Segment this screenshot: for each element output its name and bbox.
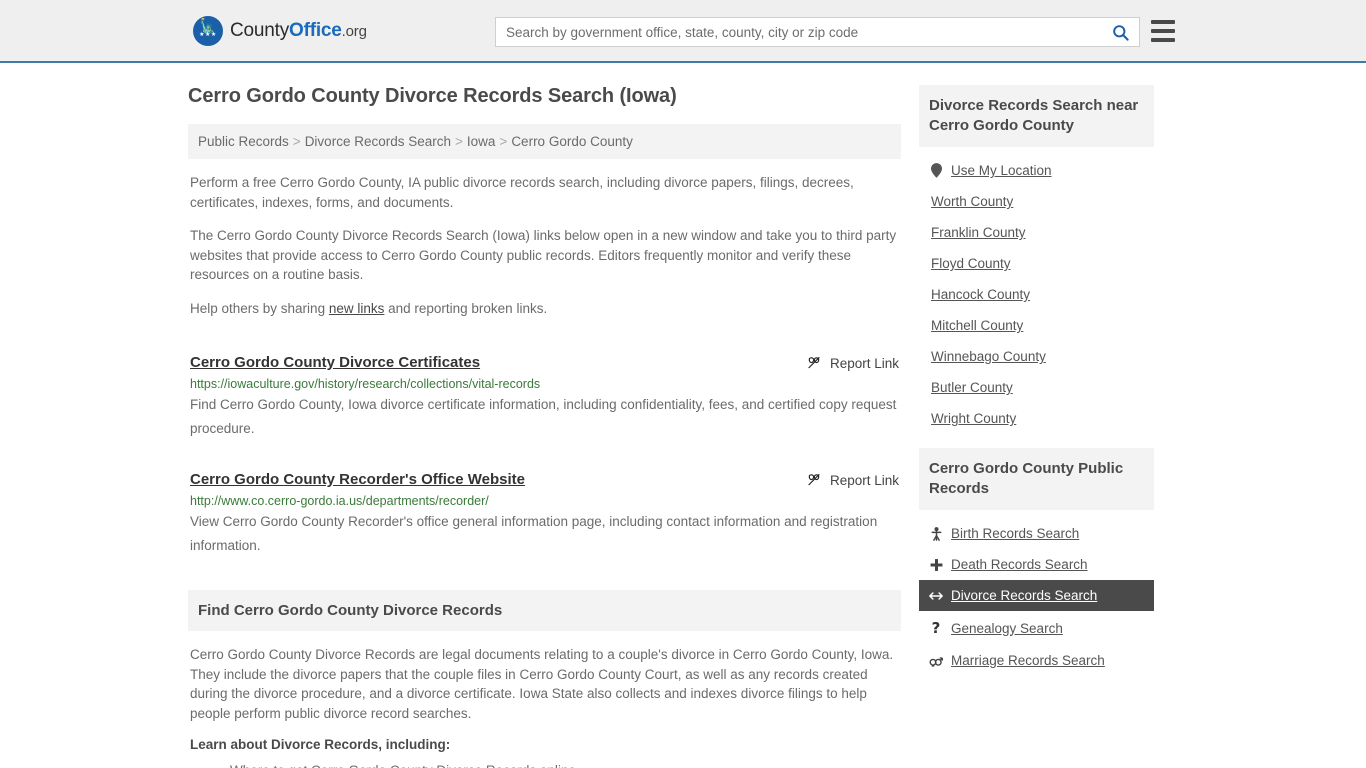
sidebar-item-label[interactable]: Mitchell County (931, 318, 1023, 333)
sidebar: Divorce Records Search near Cerro Gordo … (919, 85, 1154, 768)
double-arrow-icon (929, 590, 943, 602)
stars-glyph: ★★★ (199, 31, 217, 38)
section-paragraph: Cerro Gordo County Divorce Records are l… (190, 647, 894, 721)
sidebar-item-label[interactable]: Use My Location (951, 163, 1052, 178)
report-link-button[interactable]: Report Link (806, 472, 899, 488)
disclaimer-paragraph: The Cerro Gordo County Divorce Records S… (190, 228, 897, 282)
help-paragraph: Help others by sharing new links and rep… (188, 299, 901, 319)
main-content: Cerro Gordo County Divorce Records Searc… (188, 85, 901, 768)
sidebar-item-marriage-records-search[interactable]: Marriage Records Search (919, 645, 1154, 676)
search-input[interactable] (496, 18, 1101, 46)
report-link-label: Report Link (829, 355, 899, 371)
page-body: Cerro Gordo County Divorce Records Searc… (0, 63, 1366, 768)
sidebar-item-label[interactable]: Franklin County (931, 225, 1026, 240)
report-link-label: Report Link (829, 472, 899, 488)
hamburger-bar-1 (1151, 20, 1175, 24)
result-description: Find Cerro Gordo County, Iowa divorce ce… (190, 397, 897, 436)
breadcrumb-separator: > (292, 134, 301, 149)
breadcrumb-separator: > (455, 134, 463, 149)
search-bar (495, 17, 1140, 47)
search-button[interactable] (1101, 18, 1139, 46)
hamburger-bar-2 (1151, 29, 1175, 33)
content-container: Cerro Gordo County Divorce Records Searc… (188, 63, 1178, 768)
sidebar-item-genealogy-search[interactable]: ? Genealogy Search (919, 611, 1154, 645)
logo-text: CountyOffice.org (230, 20, 367, 42)
site-logo[interactable]: 🗽 ★★★ CountyOffice.org (193, 15, 367, 46)
help-prefix: Help others by sharing (190, 300, 329, 316)
list-item[interactable]: Where to get Cerro Gordo County Divorce … (230, 760, 901, 768)
hamburger-bar-3 (1151, 38, 1175, 42)
sidebar-nearby-list: Use My Location Worth County Franklin Co… (919, 147, 1154, 434)
sidebar-item-use-my-location[interactable]: Use My Location (919, 155, 1154, 186)
page-title: Cerro Gordo County Divorce Records Searc… (188, 85, 677, 107)
sidebar-item-winnebago-county[interactable]: Winnebago County (919, 341, 1154, 372)
result-title-link[interactable]: Cerro Gordo County Recorder's Office Web… (190, 471, 525, 488)
sidebar-item-hancock-county[interactable]: Hancock County (919, 279, 1154, 310)
sidebar-item-wright-county[interactable]: Wright County (919, 403, 1154, 434)
breadcrumb: Public Records > Divorce Records Search > Io… (188, 124, 901, 159)
sidebar-item-death-records-search[interactable]: Death Records Search (919, 549, 1154, 580)
sidebar-item-label[interactable]: Marriage Records Search (951, 653, 1105, 668)
result-item: Cerro Gordo County Recorder's Office Web… (188, 471, 901, 558)
question-mark-icon: ? (931, 619, 941, 637)
sidebar-item-divorce-records-search[interactable]: Divorce Records Search (919, 580, 1154, 611)
sidebar-public-records-list: Birth Records Search Death Records Searc… (919, 510, 1154, 676)
breadcrumb-item-divorce-records-search[interactable]: Divorce Records Search (305, 134, 451, 149)
sidebar-item-label[interactable]: Winnebago County (931, 349, 1046, 364)
sidebar-item-floyd-county[interactable]: Floyd County (919, 248, 1154, 279)
search-icon (1112, 24, 1129, 41)
sidebar-item-label[interactable]: Wright County (931, 411, 1016, 426)
report-link-button[interactable]: Report Link (806, 355, 899, 371)
result-title-link[interactable]: Cerro Gordo County Divorce Certificates (190, 354, 480, 371)
sidebar-item-birth-records-search[interactable]: Birth Records Search (919, 518, 1154, 549)
result-url: http://www.co.cerro-gordo.ia.us/departme… (190, 494, 489, 508)
site-header: 🗽 ★★★ CountyOffice.org (0, 0, 1366, 63)
sidebar-public-records-panel: Cerro Gordo County Public Records Birth … (919, 448, 1154, 676)
section-heading: Find Cerro Gordo County Divorce Records (188, 590, 901, 631)
baby-icon (929, 526, 943, 541)
result-url: https://iowaculture.gov/history/research… (190, 377, 541, 391)
location-pin-icon (929, 163, 943, 178)
sidebar-item-worth-county[interactable]: Worth County (919, 186, 1154, 217)
sidebar-nearby-title: Divorce Records Search near Cerro Gordo … (919, 85, 1154, 147)
sidebar-item-label[interactable]: Genealogy Search (951, 621, 1063, 636)
broken-link-icon (808, 473, 820, 486)
logo-part1: County (230, 19, 290, 41)
intro-paragraph: Perform a free Cerro Gordo County, IA pu… (190, 175, 854, 210)
sidebar-item-label[interactable]: Death Records Search (951, 557, 1088, 572)
help-suffix: and reporting broken links. (384, 300, 548, 316)
sidebar-item-label[interactable]: Butler County (931, 380, 1013, 395)
result-item: Cerro Gordo County Divorce Certificates … (188, 354, 901, 441)
sidebar-item-label[interactable]: Floyd County (931, 256, 1011, 271)
sidebar-item-franklin-county[interactable]: Franklin County (919, 217, 1154, 248)
male-female-icon (929, 654, 943, 668)
logo-part2: Office (289, 19, 342, 41)
result-header: Cerro Gordo County Recorder's Office Web… (190, 471, 899, 488)
learn-heading: Learn about Divorce Records, including: (190, 737, 451, 752)
sidebar-item-mitchell-county[interactable]: Mitchell County (919, 310, 1154, 341)
cross-icon (929, 558, 943, 572)
sidebar-nearby-panel: Divorce Records Search near Cerro Gordo … (919, 85, 1154, 434)
breadcrumb-item-public-records[interactable]: Public Records (198, 134, 289, 149)
logo-tld: .org (341, 22, 367, 40)
result-header: Cerro Gordo County Divorce Certificates … (190, 354, 899, 371)
eagle-glyph: 🗽 (199, 19, 217, 34)
sidebar-public-records-title: Cerro Gordo County Public Records (919, 448, 1154, 510)
learn-list: Where to get Cerro Gordo County Divorce … (188, 760, 901, 768)
breadcrumb-separator: > (499, 134, 508, 149)
breadcrumb-item-iowa[interactable]: Iowa (467, 134, 496, 149)
breadcrumb-item-cerro-gordo-county[interactable]: Cerro Gordo County (511, 134, 633, 149)
sidebar-item-label[interactable]: Hancock County (931, 287, 1030, 302)
sidebar-item-label[interactable]: Worth County (931, 194, 1013, 209)
result-description: View Cerro Gordo County Recorder's offic… (190, 514, 878, 553)
sidebar-item-label[interactable]: Divorce Records Search (951, 588, 1097, 603)
sidebar-item-butler-county[interactable]: Butler County (919, 372, 1154, 403)
sidebar-item-label[interactable]: Birth Records Search (951, 526, 1079, 541)
new-links-link[interactable]: new links (329, 301, 385, 316)
broken-link-icon (808, 356, 820, 369)
eagle-seal-icon: 🗽 ★★★ (193, 15, 223, 46)
hamburger-menu-icon[interactable] (1151, 20, 1175, 42)
